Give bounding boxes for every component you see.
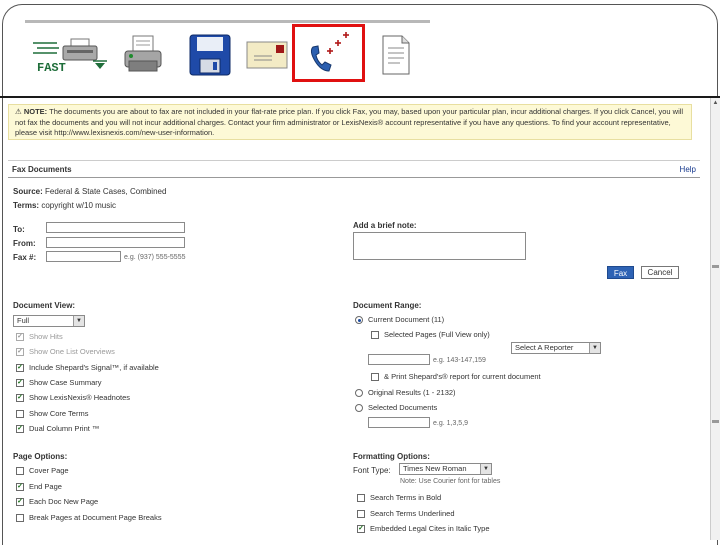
selected-pages-label: Selected Pages (Full View only) bbox=[384, 330, 490, 339]
show-overviews-checkbox[interactable]: ✓ bbox=[16, 348, 24, 356]
end-page-checkbox[interactable]: ✓ bbox=[16, 483, 24, 491]
font-note: Note: Use Courier font for tables bbox=[400, 478, 501, 485]
chevron-down-icon: ▼ bbox=[480, 464, 491, 474]
fax-icon[interactable] bbox=[292, 24, 365, 82]
documents-hint: e.g. 1,3,5,9 bbox=[433, 420, 469, 427]
show-hits-label: Show Hits bbox=[29, 332, 63, 341]
font-type-select[interactable]: Times New Roman ▼ bbox=[399, 463, 492, 475]
headnotes-label: Show LexisNexis® Headnotes bbox=[29, 393, 130, 402]
email-icon[interactable] bbox=[245, 30, 289, 80]
current-document-label: Current Document (11) bbox=[368, 315, 445, 324]
each-doc-new-page-checkbox[interactable]: ✓ bbox=[16, 498, 24, 506]
fax-number-hint: e.g. (937) 555-5555 bbox=[124, 254, 186, 261]
italic-cites-checkbox[interactable]: ✓ bbox=[357, 525, 365, 533]
source-label: Source: bbox=[13, 187, 43, 196]
document-view-label: Document View: bbox=[13, 301, 76, 310]
vertical-scrollbar[interactable] bbox=[710, 98, 720, 540]
reporter-selected: Select A Reporter bbox=[515, 343, 574, 352]
save-disk-icon[interactable] bbox=[184, 30, 236, 80]
shepards-signal-checkbox[interactable]: ✓ bbox=[16, 364, 24, 372]
warning-icon: ⚠ bbox=[15, 107, 22, 116]
break-pages-checkbox[interactable] bbox=[16, 514, 24, 522]
source-value: Federal & State Cases, Combined bbox=[45, 187, 167, 196]
top-rule bbox=[25, 20, 430, 23]
headnotes-checkbox[interactable]: ✓ bbox=[16, 394, 24, 402]
underline-terms-checkbox[interactable] bbox=[357, 510, 365, 518]
scroll-thumb-marker bbox=[712, 420, 719, 423]
pages-input[interactable] bbox=[368, 354, 430, 365]
bold-terms-checkbox[interactable] bbox=[357, 494, 365, 502]
reporter-select[interactable]: Select A Reporter ▼ bbox=[511, 342, 601, 354]
show-overviews-label: Show One List Overviews bbox=[29, 347, 115, 356]
panel-divider bbox=[8, 177, 700, 178]
source-row: Source: Federal & State Cases, Combined bbox=[13, 187, 166, 197]
to-input[interactable] bbox=[46, 222, 185, 233]
brief-note-textarea[interactable] bbox=[353, 232, 526, 260]
each-doc-new-page-label: Each Doc New Page bbox=[29, 497, 99, 506]
show-hits-checkbox[interactable]: ✓ bbox=[16, 333, 24, 341]
pages-hint: e.g. 143-147,159 bbox=[433, 357, 486, 364]
help-link[interactable]: Help bbox=[680, 165, 696, 174]
chevron-down-icon: ▼ bbox=[73, 316, 84, 326]
break-pages-label: Break Pages at Document Page Breaks bbox=[29, 513, 162, 522]
from-label: From: bbox=[13, 239, 36, 248]
fast-print-icon[interactable]: FAST bbox=[30, 30, 112, 80]
shepards-signal-label: Include Shepard's Signal™, if available bbox=[29, 363, 159, 372]
case-summary-checkbox[interactable]: ✓ bbox=[16, 379, 24, 387]
selected-pages-checkbox[interactable] bbox=[371, 331, 379, 339]
shepards-report-label: & Print Shepard's® report for current do… bbox=[384, 372, 541, 381]
cancel-button[interactable]: Cancel bbox=[641, 266, 679, 279]
selected-documents-label: Selected Documents bbox=[368, 403, 438, 412]
note-label: NOTE: bbox=[23, 107, 48, 116]
original-results-label: Original Results (1 - 2132) bbox=[368, 388, 456, 397]
page-options-label: Page Options: bbox=[13, 452, 68, 461]
fast-label: FAST bbox=[37, 61, 66, 75]
core-terms-label: Show Core Terms bbox=[29, 409, 89, 418]
font-type-selected: Times New Roman bbox=[403, 464, 467, 473]
current-document-radio[interactable] bbox=[355, 316, 363, 324]
panel-title: Fax Documents bbox=[12, 165, 72, 174]
document-view-select[interactable]: Full ▼ bbox=[13, 315, 85, 327]
dual-column-checkbox[interactable]: ✓ bbox=[16, 425, 24, 433]
brief-note-label: Add a brief note: bbox=[353, 221, 417, 230]
scroll-thumb-marker bbox=[712, 265, 719, 268]
to-label: To: bbox=[13, 225, 25, 234]
print-icon[interactable] bbox=[122, 30, 164, 80]
terms-row: Terms: copyright w/10 music bbox=[13, 201, 116, 211]
terms-label: Terms: bbox=[13, 201, 40, 210]
original-results-radio[interactable] bbox=[355, 389, 363, 397]
toolbar-divider bbox=[0, 96, 720, 98]
cover-page-checkbox[interactable] bbox=[16, 467, 24, 475]
font-type-label: Font Type: bbox=[353, 466, 391, 475]
bold-terms-label: Search Terms in Bold bbox=[370, 493, 442, 502]
dual-column-label: Dual Column Print ™ bbox=[29, 424, 100, 433]
italic-cites-label: Embedded Legal Cites in Italic Type bbox=[370, 524, 490, 533]
case-summary-label: Show Case Summary bbox=[29, 378, 102, 387]
from-input[interactable] bbox=[46, 237, 185, 248]
shepards-report-checkbox[interactable] bbox=[371, 373, 379, 381]
document-icon[interactable] bbox=[378, 30, 414, 80]
cover-page-label: Cover Page bbox=[29, 466, 69, 475]
fax-number-label: Fax #: bbox=[13, 253, 37, 262]
fax-number-input[interactable] bbox=[46, 251, 121, 262]
documents-input[interactable] bbox=[368, 417, 430, 428]
document-range-label: Document Range: bbox=[353, 301, 422, 310]
underline-terms-label: Search Terms Underlined bbox=[370, 509, 455, 518]
formatting-options-label: Formatting Options: bbox=[353, 452, 430, 461]
end-page-label: End Page bbox=[29, 482, 62, 491]
selected-documents-radio[interactable] bbox=[355, 404, 363, 412]
chevron-down-icon: ▼ bbox=[589, 343, 600, 353]
note-text: The documents you are about to fax are n… bbox=[15, 107, 684, 137]
document-view-selected: Full bbox=[17, 316, 30, 325]
terms-value: copyright w/10 music bbox=[41, 201, 117, 210]
scroll-up-icon[interactable]: ▲ bbox=[712, 100, 719, 107]
fax-pricing-note: ⚠ NOTE: The documents you are about to f… bbox=[8, 104, 692, 140]
fax-button[interactable]: Fax bbox=[607, 266, 634, 279]
core-terms-checkbox[interactable] bbox=[16, 410, 24, 418]
